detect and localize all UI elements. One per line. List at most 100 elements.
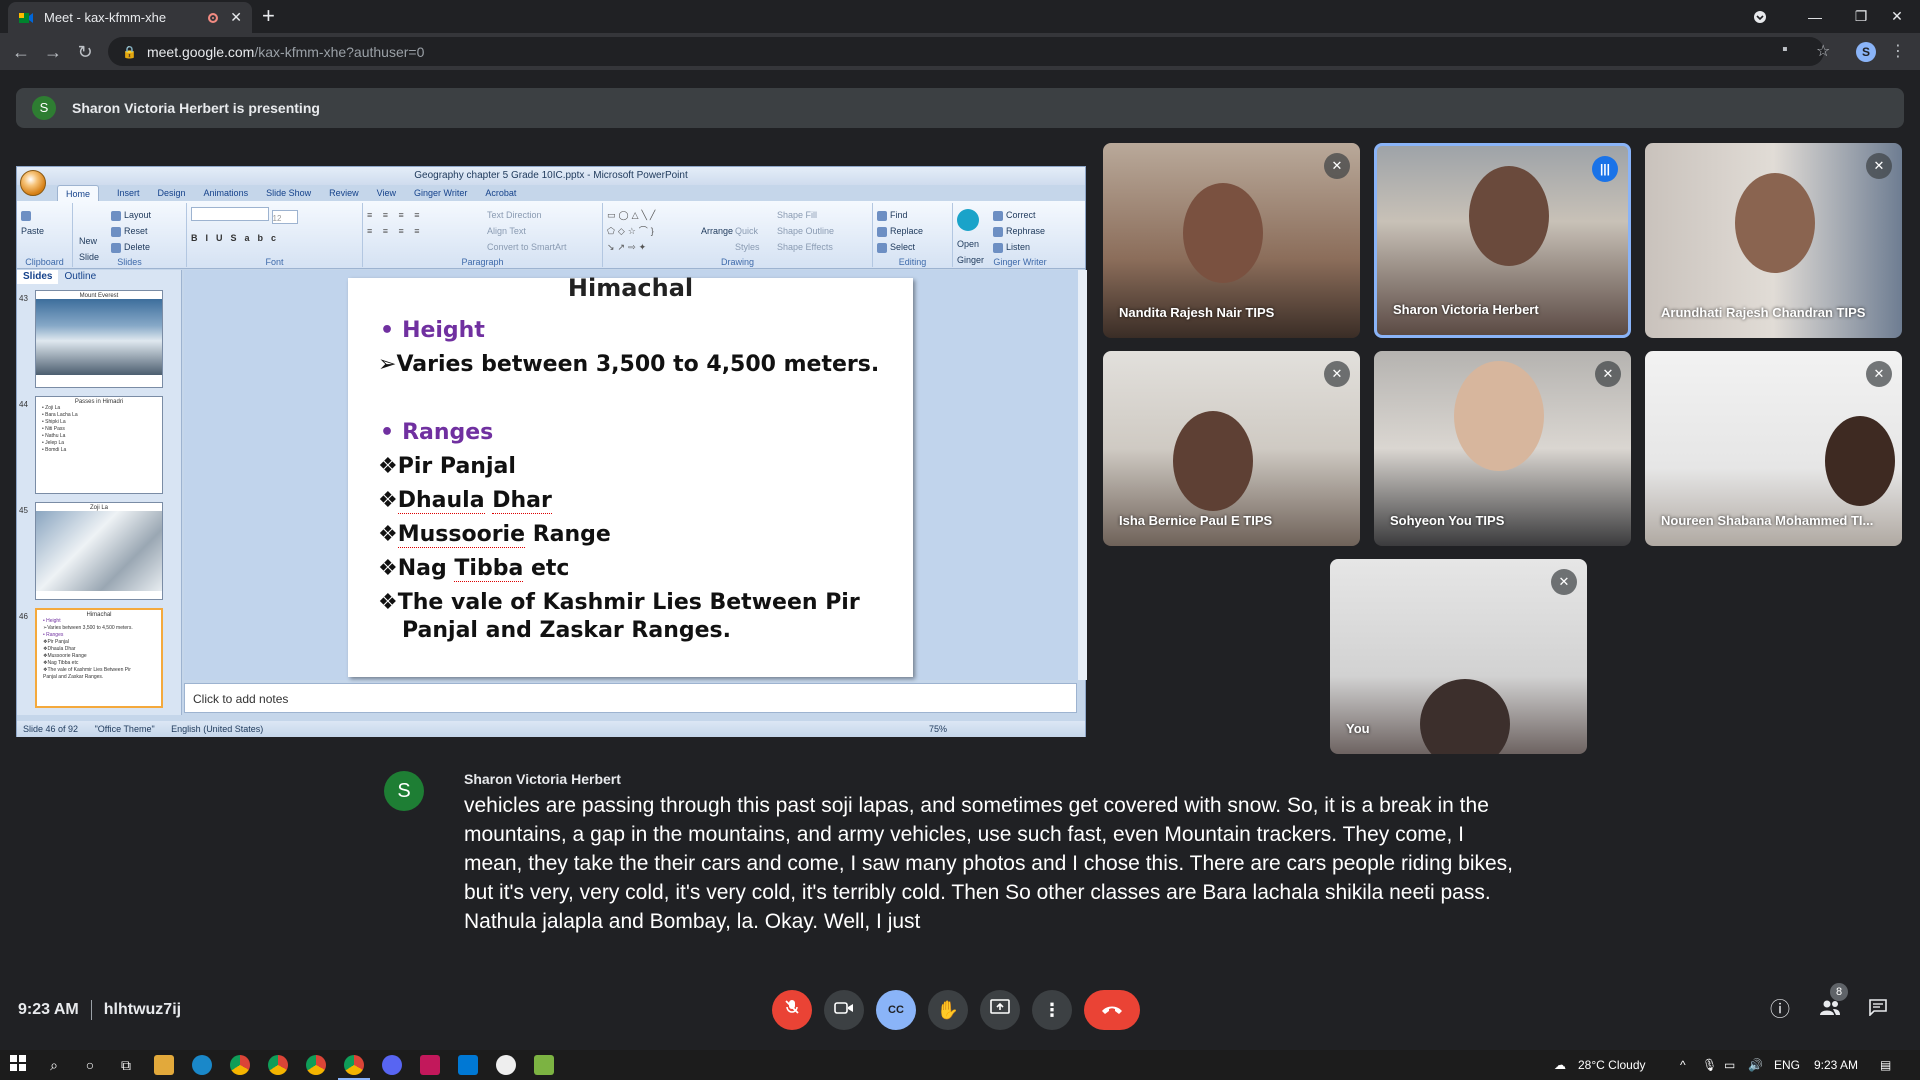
thumb-line: • Zoji La: [42, 405, 61, 411]
profile-avatar[interactable]: S: [1856, 42, 1876, 62]
participant-name: Nandita Rajesh Nair TIPS: [1119, 305, 1275, 320]
diamond-bullet-icon: ❖: [378, 556, 398, 581]
notes-area: Click to add notes: [184, 683, 1077, 713]
cortana-icon[interactable]: ○: [80, 1055, 100, 1075]
participant-video: [1825, 416, 1895, 506]
slide-canvas: Himachal • Height ➢Varies between 3,500 t…: [184, 270, 1084, 680]
slide-text: etc: [530, 556, 570, 581]
mic-toggle-button[interactable]: [772, 990, 812, 1030]
slide-line-r2: ❖Dhaula Dhar: [378, 488, 552, 514]
font-size-box: 12: [271, 210, 298, 224]
leave-call-button[interactable]: [1084, 990, 1140, 1030]
participant-tile-speaking[interactable]: ||| Sharon Victoria Herbert: [1374, 143, 1631, 338]
thumb-line: • Shipki La: [42, 419, 66, 425]
paragraph-label: Paragraph: [461, 257, 504, 267]
weather-icon[interactable]: ☁: [1554, 1050, 1566, 1080]
rephrase-label: Rephrase: [1006, 226, 1046, 236]
volume-icon[interactable]: 🔊: [1748, 1050, 1763, 1080]
bookmark-star-icon[interactable]: ☆: [1816, 41, 1830, 61]
participant-tile[interactable]: ✕ Arundhati Rajesh Chandran TIPS: [1645, 143, 1902, 338]
discord-icon[interactable]: [382, 1055, 402, 1075]
mail-icon[interactable]: [458, 1055, 478, 1075]
file-explorer-icon[interactable]: [154, 1055, 174, 1075]
meeting-info-button[interactable]: ⓘ: [1766, 996, 1794, 1024]
mountain-image: [36, 299, 162, 375]
captions-button[interactable]: CC: [876, 990, 916, 1030]
chrome-icon[interactable]: [268, 1055, 288, 1075]
ppt-status-bar: Slide 46 of 92 "Office Theme" English (U…: [17, 721, 1085, 737]
search-icon[interactable]: ⌕: [44, 1055, 64, 1075]
find-icon: [877, 210, 887, 221]
camera-permission-icon[interactable]: ▪: [1782, 41, 1788, 59]
language-indicator[interactable]: ENG: [1774, 1050, 1800, 1080]
participant-tile-self[interactable]: ✕ You: [1330, 559, 1587, 754]
tab-search-icon[interactable]: [1746, 0, 1774, 33]
present-now-button[interactable]: [980, 990, 1020, 1030]
caption-speaker-avatar: S: [384, 771, 424, 811]
participant-tile[interactable]: ✕ Nandita Rajesh Nair TIPS: [1103, 143, 1360, 338]
people-count-badge: 8: [1830, 983, 1848, 1001]
thumb-line: ❖The vale of Kashmir Lies Between Pir: [43, 667, 131, 673]
task-view-icon[interactable]: ⧉: [116, 1055, 136, 1075]
back-button[interactable]: ←: [10, 41, 32, 63]
reset-label: Reset: [124, 226, 148, 236]
url-input[interactable]: 🔒 meet.google.com /kax-kfmm-xhe?authuser…: [108, 37, 1824, 66]
snow-road-image: [36, 511, 162, 591]
browser-tab[interactable]: Meet - kax-kfmm-xhe ✕: [8, 2, 252, 33]
minimize-button[interactable]: —: [1792, 0, 1838, 33]
browser-menu-icon[interactable]: ⋮: [1890, 41, 1906, 61]
participant-name: Sharon Victoria Herbert: [1393, 302, 1539, 317]
zoom-level: 75%: [929, 724, 948, 734]
editing-label: Editing: [898, 257, 927, 267]
new-tab-button[interactable]: +: [262, 5, 275, 27]
thumb-number: 45: [19, 506, 28, 515]
chrome-active-icon[interactable]: [344, 1055, 364, 1075]
listen-icon: [993, 242, 1003, 253]
ppt-group-paragraph: Text Direction Align Text Convert to Sma…: [363, 203, 603, 267]
raise-hand-button[interactable]: ✋: [928, 990, 968, 1030]
paste-label: Paste: [21, 226, 45, 236]
app-icon[interactable]: [420, 1055, 440, 1075]
participant-video: [1173, 411, 1253, 511]
windows-start-icon[interactable]: [8, 1055, 28, 1075]
chat-button[interactable]: [1864, 996, 1892, 1024]
chrome-icon[interactable]: [230, 1055, 250, 1075]
tray-chevron-icon[interactable]: ^: [1680, 1050, 1686, 1080]
forward-button[interactable]: →: [42, 41, 64, 63]
thumb-number: 46: [19, 612, 28, 621]
app-icon[interactable]: [534, 1055, 554, 1075]
slide-text: Mussoorie: [397, 522, 526, 548]
notifications-icon[interactable]: ▤: [1880, 1050, 1891, 1080]
ppt-tab-review: Review: [329, 188, 359, 198]
convert-smartart-label: Convert to SmartArt: [487, 242, 567, 252]
close-window-button[interactable]: ✕: [1874, 0, 1920, 33]
tray-mic-icon[interactable]: 🎙: [1702, 1050, 1717, 1080]
more-options-button[interactable]: ⋮: [1032, 990, 1072, 1030]
network-icon[interactable]: ▭: [1724, 1050, 1735, 1080]
camera-toggle-button[interactable]: [824, 990, 864, 1030]
correct-label: Correct: [1006, 210, 1036, 220]
mic-off-icon: ✕: [1595, 361, 1621, 387]
ppt-group-font: 12 BIUSabc Font: [187, 203, 363, 267]
reload-button[interactable]: ↻: [74, 41, 96, 63]
ppt-group-ginger: Open Ginger Correct Rephrase Listen Ging…: [953, 203, 1087, 267]
tab-close-icon[interactable]: ✕: [230, 9, 242, 26]
ppt-group-clipboard: Paste Clipboard: [17, 203, 73, 267]
ppt-tab-ginger: Ginger Writer: [413, 188, 468, 198]
slide-scrollbar: [1078, 270, 1087, 680]
shared-screen: Geography chapter 5 Grade 10IC.pptx - Mi…: [16, 166, 1087, 737]
participant-tile[interactable]: ✕ Noureen Shabana Mohammed TI...: [1645, 351, 1902, 546]
thumb-line: ❖Dhaula Dhar: [43, 646, 76, 652]
arrow-bullet-icon: ➢: [378, 352, 397, 377]
ppt-ribbon-tabs: Home Insert Design Animations Slide Show…: [17, 185, 1085, 201]
taskbar-clock[interactable]: 9:23 AM: [1814, 1050, 1858, 1080]
chrome-icon[interactable]: [306, 1055, 326, 1075]
windows-taskbar: ⌕ ○ ⧉ ☁ 28°C Cloudy ^ 🎙 ▭ 🔊 ENG 9:23 AM …: [0, 1050, 1920, 1080]
edge-icon[interactable]: [192, 1055, 212, 1075]
weather-text[interactable]: 28°C Cloudy: [1578, 1050, 1646, 1080]
ginger-writer-label: Ginger Writer: [993, 257, 1047, 267]
slide-bullet-height: • Height: [380, 318, 485, 343]
participant-tile[interactable]: ✕ Isha Bernice Paul E TIPS: [1103, 351, 1360, 546]
participant-tile[interactable]: ✕ Sohyeon You TIPS: [1374, 351, 1631, 546]
settings-icon[interactable]: [496, 1055, 516, 1075]
